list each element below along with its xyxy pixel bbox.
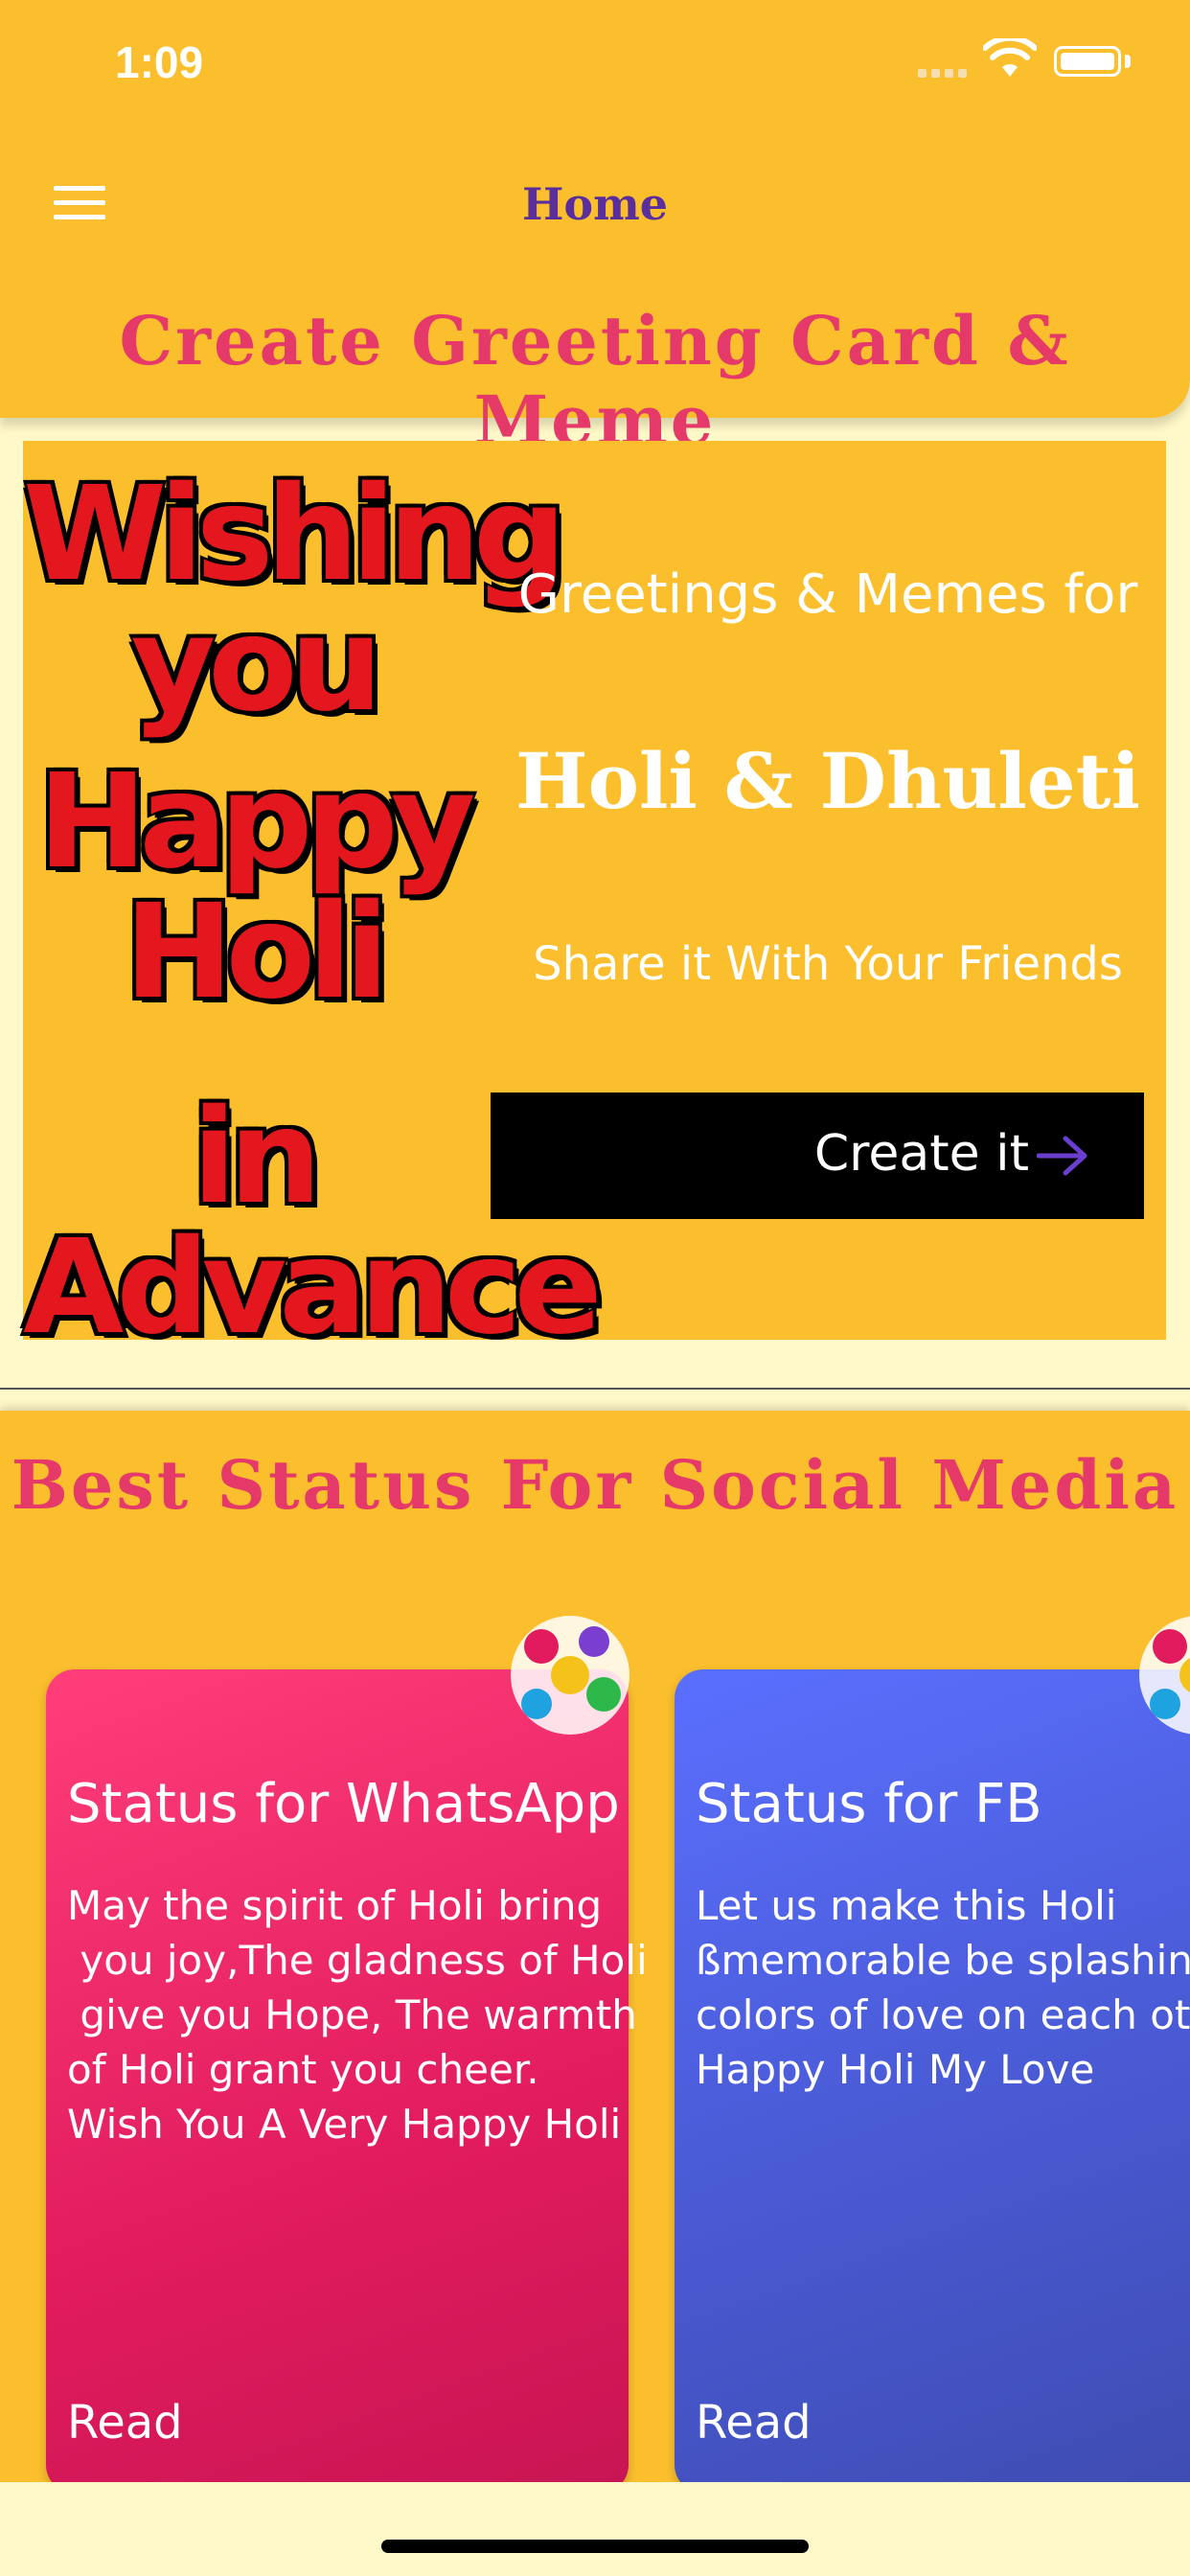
arrow-right-icon: [1037, 1136, 1087, 1176]
battery-icon: [1054, 46, 1121, 77]
battery-nub: [1125, 55, 1131, 68]
section-divider: [0, 1388, 1190, 1390]
status-time: 1:09: [115, 37, 204, 87]
whatsapp-status-card[interactable]: Status for WhatsApp May the spirit of Ho…: [46, 1616, 648, 2482]
status-section-title: Best Status For Social Media: [11, 1445, 1179, 1525]
banner-art-line: Wishing you: [23, 459, 566, 741]
card-text: Let us make this Holi ßmemorable be spla…: [696, 1882, 1190, 2093]
holi-sticker-icon: [511, 1616, 629, 1735]
status-section: Best Status For Social Media Status for …: [0, 1411, 1190, 2482]
fb-status-card[interactable]: Status for FB Let us make this Holi ßmem…: [675, 1616, 1190, 2482]
home-indicator[interactable]: [381, 2540, 809, 2553]
card-text: May the spirit of Holi bring you joy,The…: [67, 1882, 648, 2148]
holi-sticker-icon: [1139, 1616, 1190, 1735]
card-title: Status for WhatsApp: [67, 1773, 620, 1835]
card-title: Status for FB: [696, 1773, 1042, 1835]
greeting-section-header: Create Greeting Card & Meme: [0, 286, 1190, 460]
greeting-banner[interactable]: Wishing you Happy Holi in Advance Greeti…: [23, 441, 1166, 1353]
greeting-section-title: Create Greeting Card & Meme: [119, 301, 1071, 460]
banner-art-line: in Advance: [23, 1082, 603, 1364]
banner-art-line: Happy Holi: [37, 747, 476, 1028]
read-button[interactable]: Read: [67, 2396, 183, 2450]
create-it-label: Create it: [813, 1125, 1029, 1183]
page-title: Home: [521, 178, 669, 230]
read-button[interactable]: Read: [696, 2396, 812, 2450]
banner-subtitle: Greetings & Memes for: [517, 564, 1138, 626]
signal-icon: [918, 63, 972, 81]
app-bar: Home: [0, 125, 1190, 286]
status-bar: 1:09: [0, 0, 1190, 125]
home-indicator-area: [0, 2482, 1190, 2576]
wifi-icon: [983, 38, 1037, 77]
create-it-button[interactable]: Create it: [491, 1092, 1144, 1219]
banner-share-text: Share it With Your Friends: [533, 937, 1123, 991]
happy-holi-banner-image: Wishing you Happy Holi in Advance: [23, 441, 603, 1353]
banner-headline: Holi & Dhuleti: [515, 736, 1140, 826]
